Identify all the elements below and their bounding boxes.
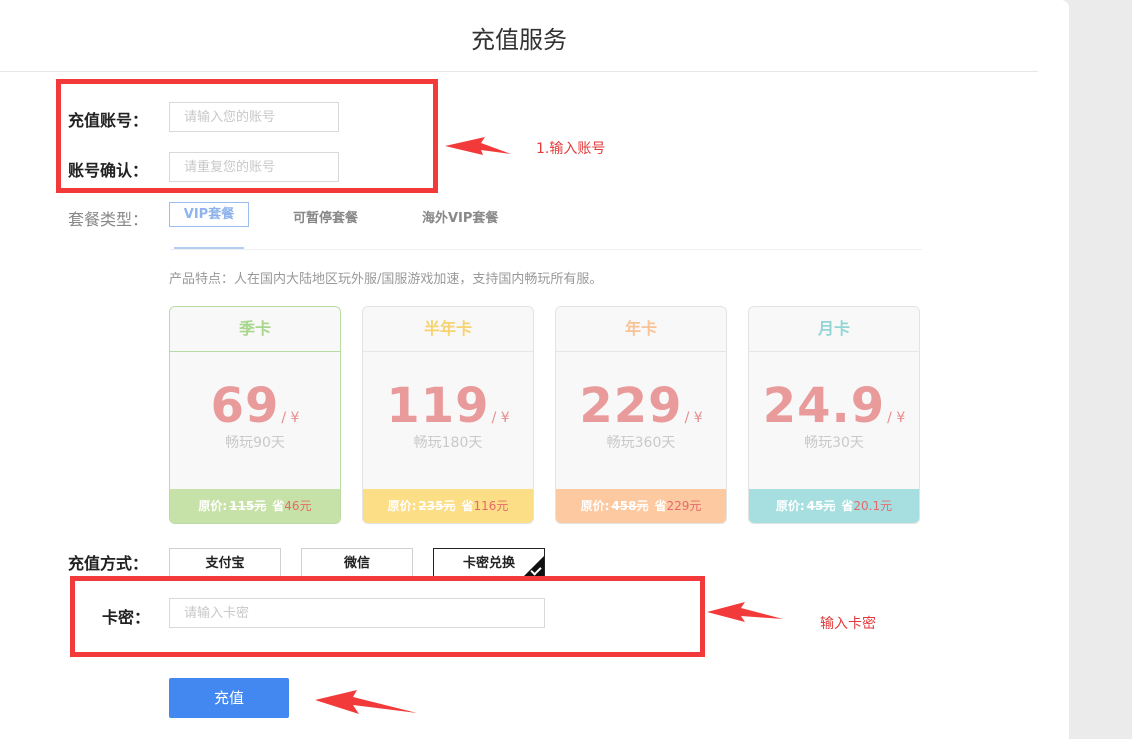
price-unit: / ¥ — [684, 410, 703, 426]
pay-wechat-button[interactable]: 微信 — [301, 548, 413, 579]
plan-footer: 原价: 235元 省116元 — [363, 489, 533, 523]
save-label: 省 — [841, 499, 854, 513]
plan-footer: 原价: 45元 省20.1元 — [749, 489, 919, 523]
plan-card-quarter[interactable]: 季卡 69/ ¥ 畅玩90天 原价: 115元 省46元 — [169, 306, 341, 524]
tab-active-indicator — [174, 247, 244, 249]
title-divider — [0, 71, 1038, 72]
plan-card-half-year[interactable]: 半年卡 119/ ¥ 畅玩180天 原价: 235元 省116元 — [362, 306, 534, 524]
plan-duration: 畅玩360天 — [606, 435, 676, 451]
payment-method-label: 充值方式： — [68, 554, 149, 573]
plan-name: 半年卡 — [363, 307, 533, 352]
tab-divider — [170, 249, 922, 250]
plan-duration: 畅玩90天 — [225, 435, 285, 451]
pay-alipay-label: 支付宝 — [205, 556, 245, 571]
plan-duration: 畅玩30天 — [804, 435, 864, 451]
plan-card-month[interactable]: 月卡 24.9/ ¥ 畅玩30天 原价: 45元 省20.1元 — [748, 306, 920, 524]
price-unit: / ¥ — [887, 410, 906, 426]
plan-name: 月卡 — [749, 307, 919, 352]
annotation-arrow-card-code — [707, 602, 783, 622]
tab-overseas-vip[interactable]: 海外VIP套餐 — [422, 207, 498, 226]
save-label: 省 — [654, 499, 667, 513]
pay-card-code-button[interactable]: 卡密兑换 — [433, 548, 545, 579]
original-price-label: 原价: — [580, 499, 610, 513]
original-price-label: 原价: — [775, 499, 805, 513]
plan-name: 年卡 — [556, 307, 726, 352]
price-value: 69 — [210, 378, 280, 434]
annotation-arrow-account — [445, 137, 511, 155]
save-label: 省 — [461, 499, 474, 513]
pay-wechat-label: 微信 — [343, 556, 370, 571]
original-price-label: 原价: — [198, 499, 228, 513]
plan-price: 119/ ¥ — [363, 378, 533, 434]
pay-card-code-label: 卡密兑换 — [462, 556, 515, 571]
annotation-arrow-submit — [315, 690, 417, 714]
annotation-box-card-code — [70, 576, 705, 657]
plan-price: 229/ ¥ — [556, 378, 726, 434]
annotation-step1: 1.输入账号 — [536, 141, 606, 157]
annotation-step2: 输入卡密 — [820, 616, 876, 632]
save-amount: 116元 — [473, 499, 509, 513]
save-amount: 20.1元 — [853, 499, 893, 513]
original-price: 45元 — [806, 499, 836, 513]
recharge-submit-button[interactable]: 充值 — [169, 678, 289, 718]
plan-price: 69/ ¥ — [170, 378, 340, 434]
plan-duration: 畅玩180天 — [413, 435, 483, 451]
plan-price: 24.9/ ¥ — [749, 378, 919, 434]
save-amount: 229元 — [666, 499, 702, 513]
plan-footer: 原价: 115元 省46元 — [170, 489, 340, 523]
save-label: 省 — [272, 499, 285, 513]
price-unit: / ¥ — [491, 410, 510, 426]
product-features: 产品特点：人在国内大陆地区玩外服/国服游戏加速，支持国内畅玩所有服。 — [169, 272, 603, 287]
price-value: 24.9 — [762, 378, 886, 434]
original-price: 458元 — [611, 499, 649, 513]
package-type-label: 套餐类型： — [68, 210, 149, 229]
pay-alipay-button[interactable]: 支付宝 — [169, 548, 281, 579]
price-unit: / ¥ — [281, 410, 300, 426]
tab-vip[interactable]: VIP套餐 — [169, 202, 249, 227]
tab-pausable[interactable]: 可暂停套餐 — [293, 207, 358, 226]
price-value: 229 — [579, 378, 683, 434]
plan-footer: 原价: 458元 省229元 — [556, 489, 726, 523]
price-value: 119 — [386, 378, 490, 434]
original-price: 115元 — [229, 499, 267, 513]
original-price: 235元 — [418, 499, 456, 513]
original-price-label: 原价: — [387, 499, 417, 513]
plan-name: 季卡 — [170, 307, 340, 352]
save-amount: 46元 — [284, 499, 312, 513]
annotation-box-account — [56, 79, 438, 193]
plan-card-year[interactable]: 年卡 229/ ¥ 畅玩360天 原价: 458元 省229元 — [555, 306, 727, 524]
page-title: 充值服务 — [471, 26, 567, 54]
